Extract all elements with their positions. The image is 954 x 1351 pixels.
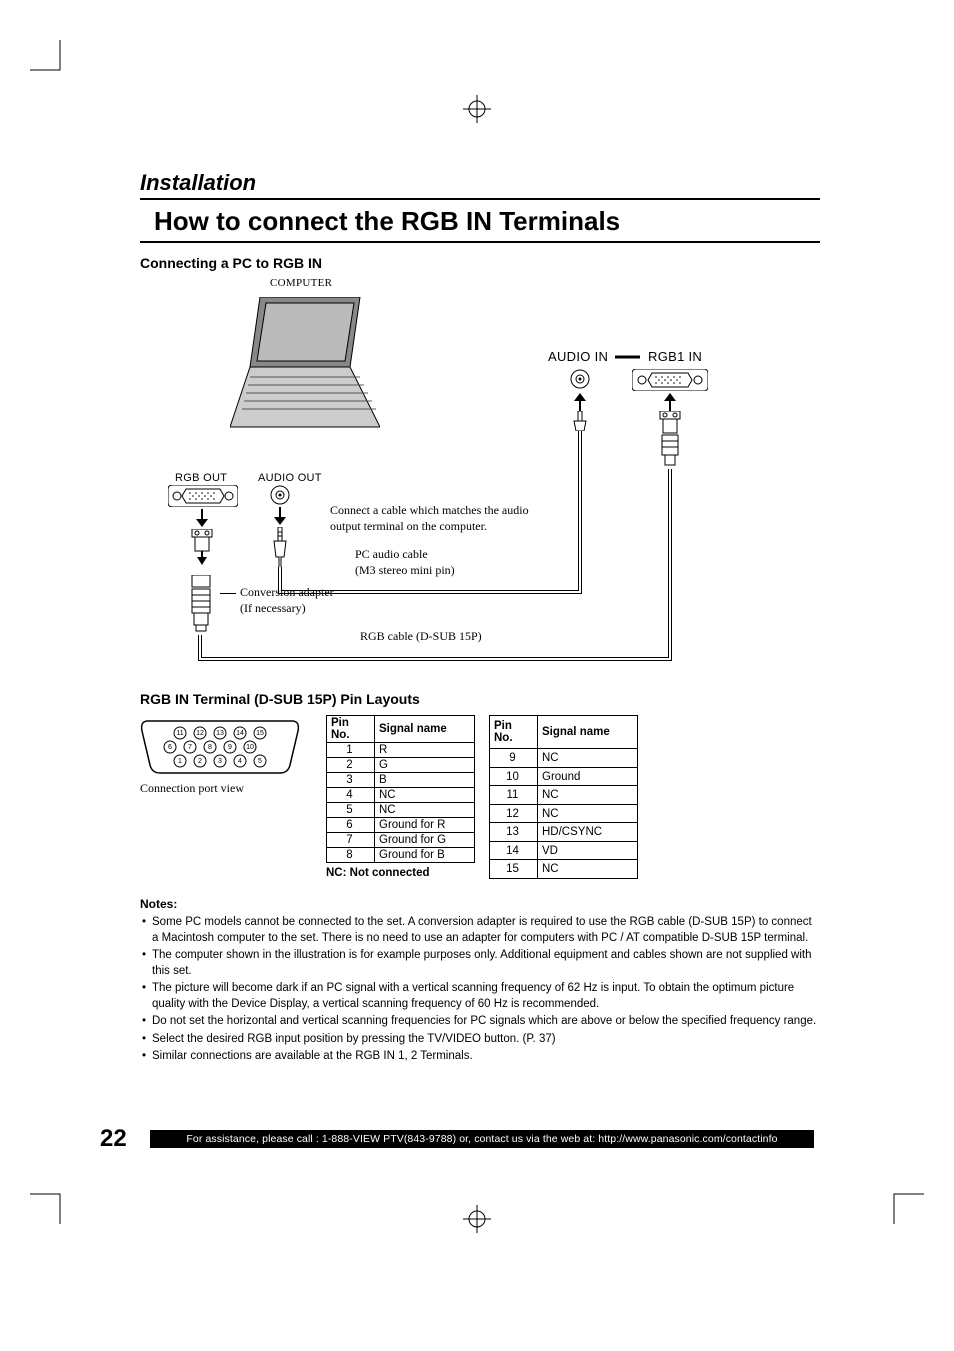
pc-audio-cable-label: PC audio cable: [355, 547, 428, 561]
th-signal: Signal name: [375, 716, 475, 743]
svg-text:14: 14: [236, 730, 244, 737]
crop-mark-icon: [880, 1180, 924, 1224]
audio-out-label: AUDIO OUT: [258, 472, 322, 484]
arrow-down-icon: [194, 509, 210, 531]
table-row: 8Ground for B: [327, 848, 475, 863]
list-item: The computer shown in the illustration i…: [140, 948, 820, 979]
minijack-port-icon: [570, 369, 590, 393]
list-item: Do not set the horizontal and vertical s…: [140, 1014, 820, 1030]
callout-line: [220, 593, 236, 594]
notes-heading: Notes:: [140, 897, 820, 911]
list-item: The picture will become dark if an PC si…: [140, 981, 820, 1012]
svg-text:11: 11: [176, 730, 183, 737]
table-row: 12NC: [490, 804, 638, 823]
table-row: 14VD: [490, 841, 638, 860]
table-row: 15NC: [490, 860, 638, 879]
svg-text:8: 8: [208, 744, 212, 751]
registration-mark-icon: [463, 95, 491, 128]
nc-note: NC: Not connected: [326, 867, 475, 879]
dsub-port-icon: [632, 369, 708, 395]
list-item: Similar connections are available at the…: [140, 1049, 820, 1065]
assistance-bar: For assistance, please call : 1-888-VIEW…: [150, 1130, 814, 1148]
table-row: 1R: [327, 743, 475, 758]
audio-in-label: AUDIO IN: [548, 349, 608, 364]
table-row: 9NC: [490, 749, 638, 768]
rgb-cable-label: RGB cable (D-SUB 15P): [360, 629, 482, 645]
table-row: 7Ground for G: [327, 833, 475, 848]
table-row: 5NC: [327, 803, 475, 818]
registration-mark-icon: [463, 1205, 491, 1238]
table-row: 6Ground for R: [327, 818, 475, 833]
th-signal: Signal name: [538, 716, 638, 749]
list-item: Select the desired RGB input position by…: [140, 1032, 820, 1048]
rgb1-in-label: RGB1 IN: [648, 349, 702, 364]
crop-mark-icon: [30, 1180, 74, 1224]
notes-list: Some PC models cannot be connected to th…: [140, 915, 820, 1065]
rgb-out-label: RGB OUT: [175, 472, 227, 484]
table-row: 3B: [327, 773, 475, 788]
connection-diagram: COMPUTER RGB OUT: [140, 277, 820, 677]
computer-label: COMPUTER: [270, 277, 332, 289]
svg-text:5: 5: [258, 758, 262, 765]
svg-text:10: 10: [246, 744, 254, 751]
audio-cable-hint-2: output terminal on the computer.: [330, 519, 487, 533]
table-row: 13HD/CSYNC: [490, 823, 638, 842]
pc-audio-cable-spec: (M3 stereo mini pin): [355, 563, 455, 577]
pin-table-right: Pin No.Signal name 9NC 10Ground 11NC 12N…: [489, 715, 638, 879]
conversion-adapter-icon: [186, 575, 216, 639]
th-pin: Pin No.: [327, 716, 375, 743]
dsub-plug-icon: [656, 411, 684, 473]
svg-text:12: 12: [196, 730, 204, 737]
subheading-connecting: Connecting a PC to RGB IN: [140, 255, 820, 271]
svg-text:13: 13: [216, 730, 224, 737]
arrow-down-icon: [272, 507, 288, 529]
svg-text:3: 3: [218, 758, 222, 765]
dsub-pinout-icon: 1112131415 678910 12345: [140, 715, 300, 775]
svg-text:2: 2: [198, 758, 202, 765]
minijack-plug-icon: [570, 411, 590, 435]
svg-text:15: 15: [256, 730, 264, 737]
port-caption: Connection port view: [140, 781, 300, 796]
crop-mark-icon: [30, 40, 74, 84]
minijack-port-icon: [270, 485, 290, 509]
conversion-adapter-label: Conversion adapter: [240, 585, 334, 599]
page-number: 22: [100, 1125, 136, 1153]
pin-layout-heading: RGB IN Terminal (D-SUB 15P) Pin Layouts: [140, 691, 820, 707]
section-title: Installation: [140, 170, 820, 200]
audio-cable-hint-1: Connect a cable which matches the audio: [330, 503, 529, 517]
main-title: How to connect the RGB IN Terminals: [140, 206, 820, 237]
pin-table-left: Pin No.Signal name 1R 2G 3B 4NC 5NC 6Gro…: [326, 715, 475, 863]
table-row: 2G: [327, 758, 475, 773]
table-row: 11NC: [490, 786, 638, 805]
svg-text:1: 1: [178, 758, 182, 765]
svg-text:4: 4: [238, 758, 242, 765]
pin-tables: Pin No.Signal name 1R 2G 3B 4NC 5NC 6Gro…: [326, 715, 638, 879]
laptop-icon: [230, 297, 380, 461]
table-row: 4NC: [327, 788, 475, 803]
svg-text:7: 7: [188, 744, 192, 751]
table-row: 10Ground: [490, 767, 638, 786]
conversion-adapter-note: (If necessary): [240, 601, 306, 615]
list-item: Some PC models cannot be connected to th…: [140, 915, 820, 946]
svg-text:9: 9: [228, 744, 232, 751]
minijack-plug-icon: [270, 527, 290, 573]
th-pin: Pin No.: [490, 716, 538, 749]
dsub-port-icon: [168, 485, 238, 511]
svg-text:6: 6: [168, 744, 172, 751]
